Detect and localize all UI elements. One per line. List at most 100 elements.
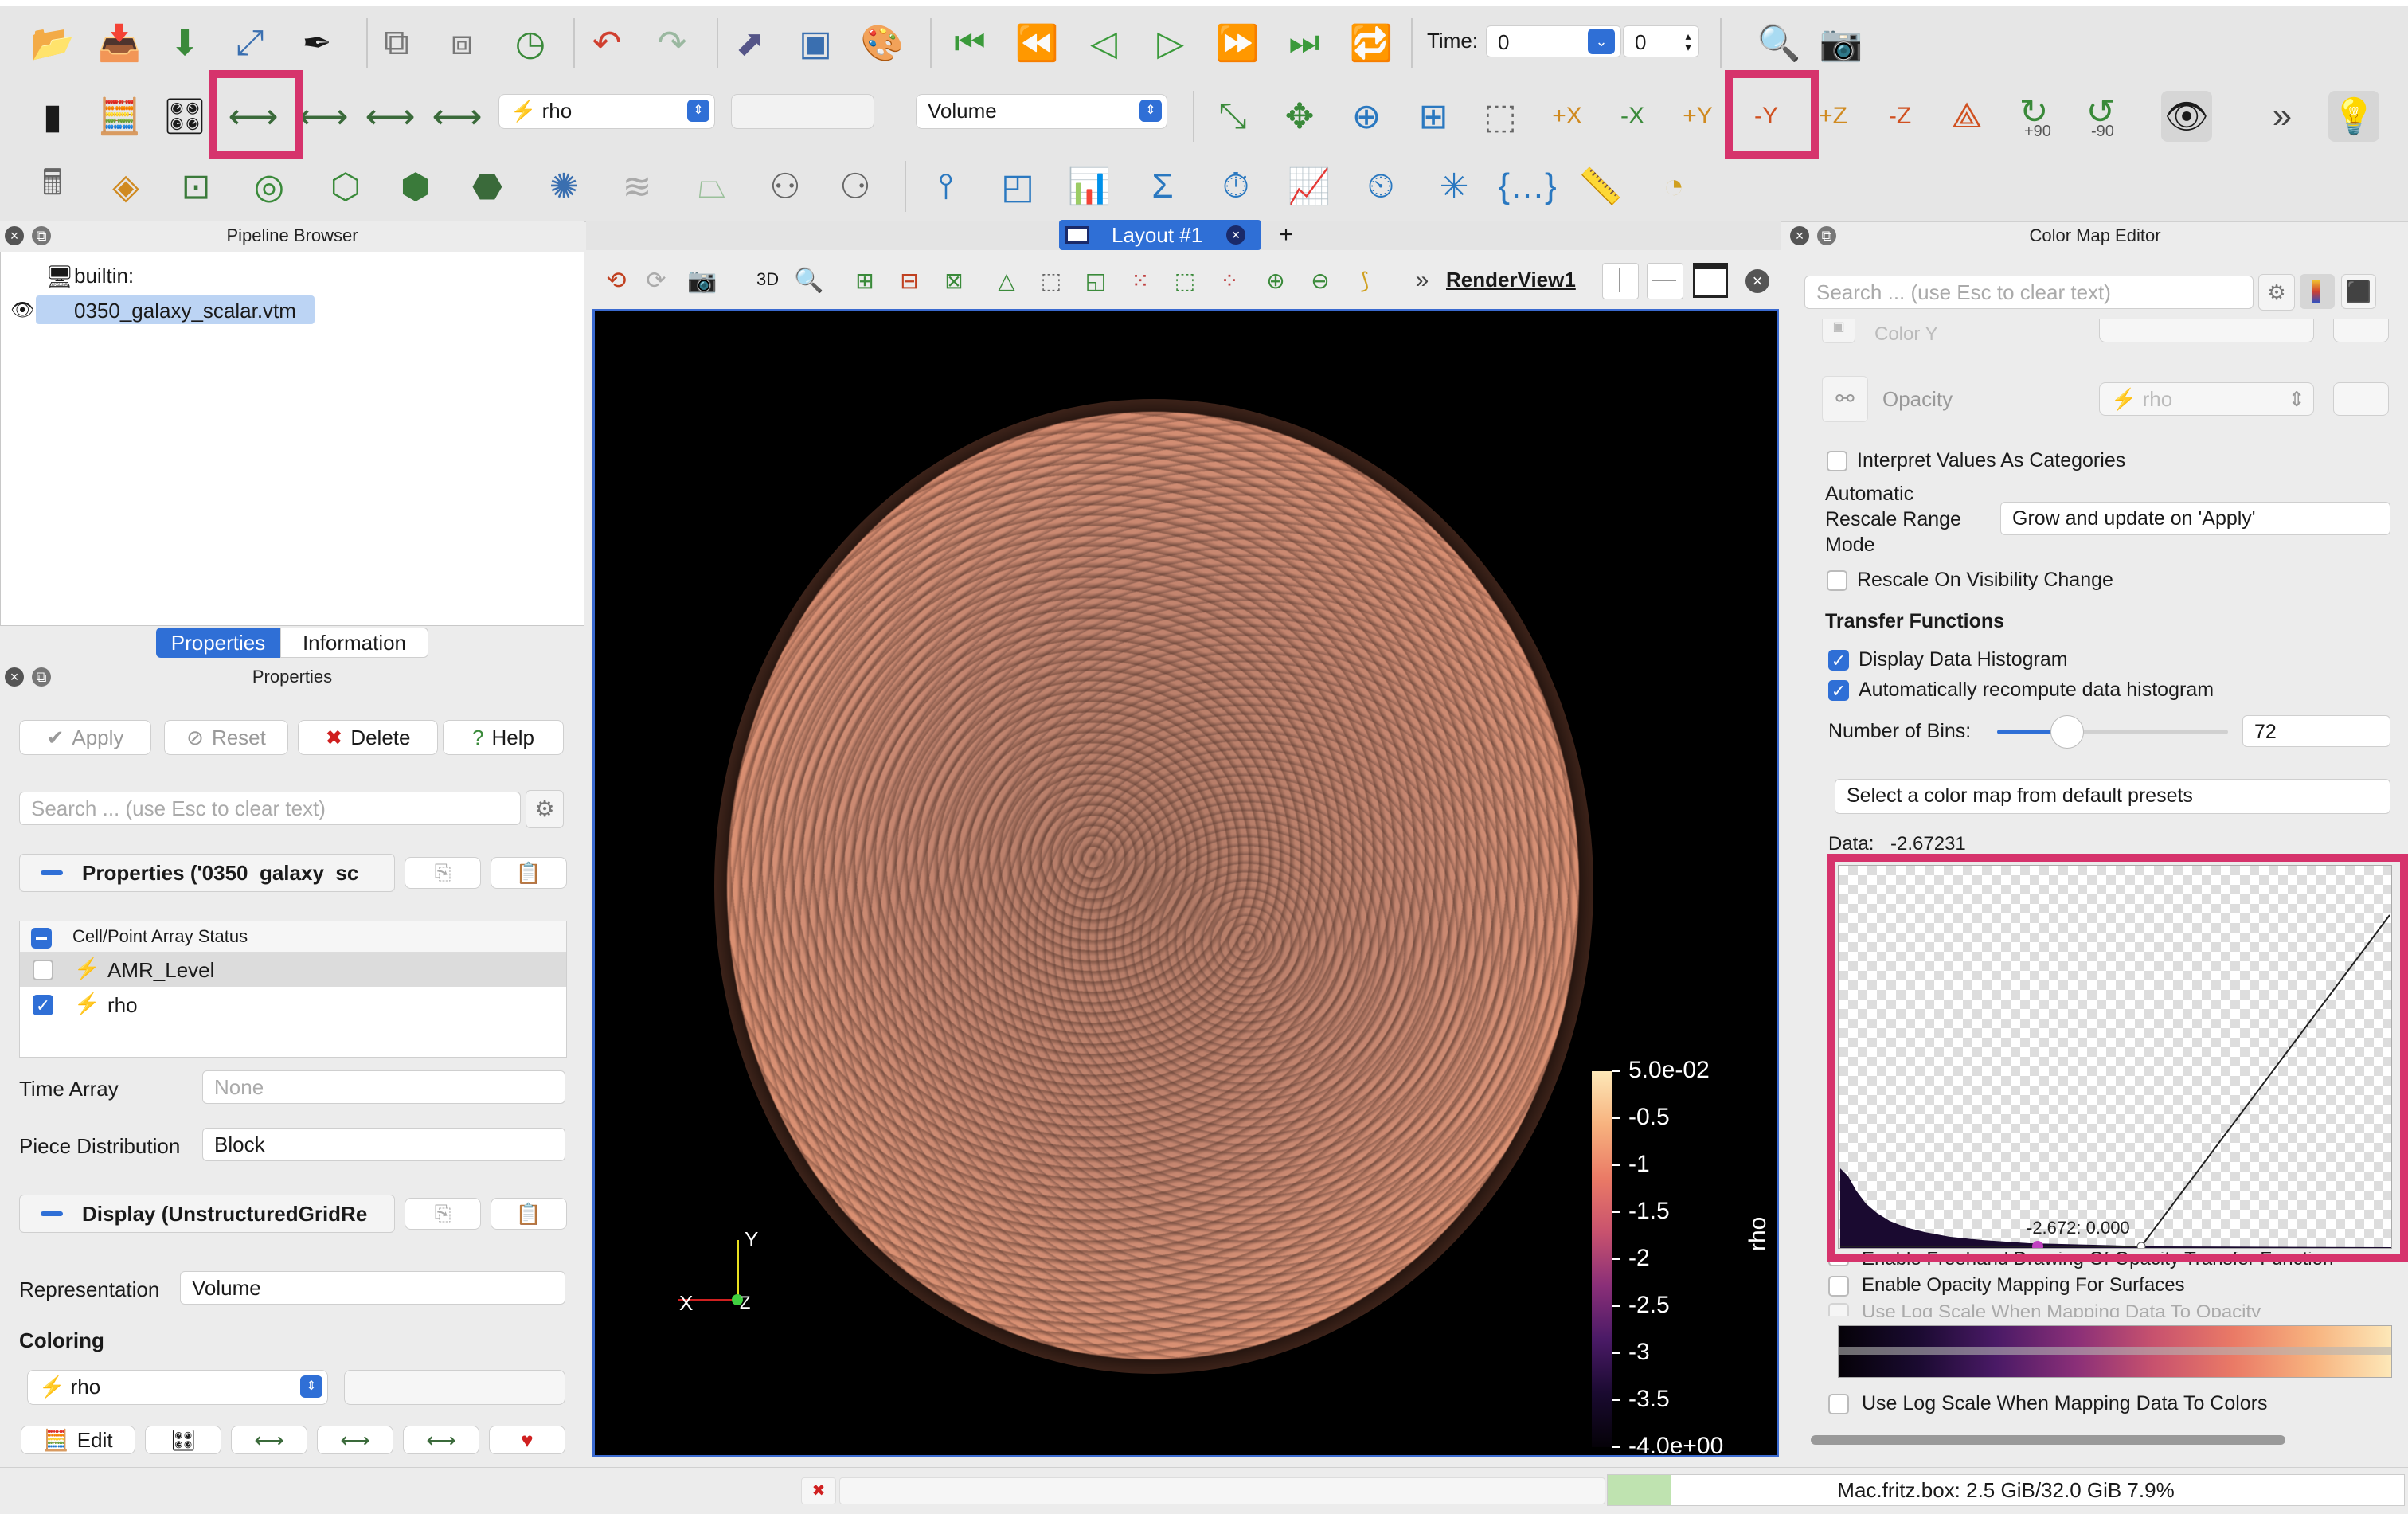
reverse-play-icon[interactable]: ◁	[1078, 18, 1129, 68]
favorites-button[interactable]: ♥	[489, 1426, 565, 1454]
temporal-statistics-icon[interactable]: ⏱	[1210, 161, 1261, 212]
edit-color-map-button[interactable]: 🧮 Edit	[21, 1426, 135, 1454]
warp-icon[interactable]: ≋	[612, 161, 663, 212]
interpret-categories-checkbox[interactable]	[1827, 451, 1847, 471]
toggle-color-legend-icon[interactable]: ▮	[27, 91, 78, 142]
add-layout-button[interactable]: +	[1266, 221, 1306, 250]
interactive-select-icon[interactable]: ◱	[1070, 255, 1121, 306]
open-folder-icon[interactable]: 📂	[27, 18, 78, 68]
reset-button[interactable]: ⊘ Reset	[164, 720, 288, 755]
download-icon[interactable]: ⬇	[159, 18, 210, 68]
isometric-view-icon[interactable]: ⟁	[1941, 91, 1992, 142]
help-button[interactable]: ? Help	[443, 720, 564, 755]
representation-select[interactable]: Volume ⇕	[916, 94, 1167, 129]
bins-input[interactable]: 72	[2242, 715, 2390, 747]
extract-level-icon[interactable]: ⚇	[760, 161, 811, 212]
table-row[interactable]: ✓ ⚡ rho	[20, 988, 566, 1022]
plot-data-over-time-icon[interactable]: 📈	[1284, 161, 1335, 212]
piece-distribution-select[interactable]: Block	[202, 1128, 565, 1161]
view-plus-x-icon[interactable]: +X	[1542, 91, 1593, 142]
log-opacity-checkbox[interactable]	[1828, 1303, 1849, 1316]
log-colors-checkbox[interactable]	[1828, 1394, 1849, 1414]
gear-icon[interactable]: ⚙	[2258, 274, 2295, 311]
auto-rescale-select[interactable]: Grow and update on 'Apply'	[2000, 502, 2390, 535]
clear-selection-icon[interactable]: ⟆	[1339, 255, 1390, 306]
view-minus-x-icon[interactable]: -X	[1607, 91, 1658, 142]
plot-over-line-icon[interactable]: ⫯	[921, 161, 971, 212]
representation-select[interactable]: Volume	[180, 1271, 565, 1305]
temporal-interpolator-icon[interactable]: ⏲	[1355, 161, 1406, 212]
rescale-visible-range-icon[interactable]: ⟷	[432, 91, 483, 142]
section-properties-header[interactable]: Properties ('0350_galaxy_sc	[19, 854, 395, 892]
maximize-view-button[interactable]	[1693, 263, 1728, 298]
view-plus-y-icon[interactable]: +Y	[1672, 91, 1723, 142]
interaction-mode-icon[interactable]: 👁	[2161, 91, 2212, 142]
rescale-custom-range-icon[interactable]: ⟷	[298, 91, 349, 142]
edit-color-map-icon[interactable]: 🧮	[94, 91, 145, 142]
add-query-icon[interactable]: 📷	[1816, 18, 1867, 68]
more-toolbar-icon[interactable]: »	[2257, 91, 2308, 142]
undo-icon[interactable]: ↶	[581, 18, 632, 68]
tab-properties[interactable]: Properties	[156, 628, 280, 658]
undo-camera-icon[interactable]: ⟳	[631, 255, 682, 306]
group-datasets-icon[interactable]: ⏢	[686, 161, 737, 212]
apply-button[interactable]: ✔ Apply	[19, 720, 151, 755]
protractor-icon[interactable]: ◔	[1648, 161, 1699, 212]
select-points-through-icon[interactable]: ⬚	[1026, 255, 1077, 306]
color-legend-toggle-icon[interactable]	[2300, 274, 2335, 309]
copy-properties-button[interactable]: ⎘	[405, 857, 481, 889]
reset-range-custom-icon[interactable]: 🎛	[159, 91, 210, 142]
select-cells-through-icon[interactable]: ⊠	[928, 255, 979, 306]
histogram-icon[interactable]: 📊	[1064, 161, 1115, 212]
paste-properties-button[interactable]: 📋	[491, 857, 567, 889]
grow-selection-icon[interactable]: ⊕	[1250, 255, 1301, 306]
delete-button[interactable]: ✖ Delete	[298, 720, 438, 755]
ruler-icon[interactable]: 📏	[1575, 161, 1626, 212]
probe-icon[interactable]: ⚆	[830, 161, 881, 212]
select-polygon-icon[interactable]: △	[981, 255, 1032, 306]
reset-camera-icon[interactable]: ⤡	[1207, 91, 1258, 142]
opacity-extra[interactable]	[2333, 382, 2389, 416]
coloring-select[interactable]: ⚡ rho ⇕	[27, 1370, 328, 1405]
rescale-temporal-range-icon[interactable]: ⟷	[365, 91, 416, 142]
properties-search-input[interactable]: Search ... (use Esc to clear text)	[19, 792, 521, 825]
color-y-extra[interactable]	[2333, 319, 2389, 342]
coloring-component-select[interactable]	[344, 1370, 565, 1405]
presets-button[interactable]: Select a color map from default presets	[1835, 779, 2390, 814]
copy-display-button[interactable]: ⎘	[405, 1198, 481, 1230]
stream-tracer-icon[interactable]: ✺	[538, 161, 589, 212]
paste-display-button[interactable]: 📋	[491, 1198, 567, 1230]
python-script-icon[interactable]: {…}	[1498, 161, 1556, 212]
render-view-canvas[interactable]: 5.0e-02 -0.5 -1 -1.5 -2 -2.5 -3 -3.5 -4.0e+00 rh…	[592, 309, 1779, 1457]
zoom-box-icon[interactable]: ⊞	[1408, 91, 1459, 142]
capture-screenshot-icon[interactable]: 📷	[677, 255, 728, 306]
color-y-select[interactable]	[2099, 319, 2314, 342]
next-frame-icon[interactable]: ⏩	[1212, 18, 1263, 68]
find-data-icon[interactable]: 🔍	[1753, 18, 1804, 68]
select-cells-on-icon[interactable]: ⊞	[839, 255, 890, 306]
hover-cells-icon[interactable]: ⁘	[1204, 255, 1255, 306]
rho-checkbox[interactable]: ✓	[33, 995, 53, 1015]
array-select[interactable]: ⚡ rho ⇕	[498, 94, 715, 129]
color-transfer-function-editor[interactable]	[1838, 1325, 2392, 1378]
split-horizontal-button[interactable]	[1602, 263, 1639, 299]
clip-icon[interactable]: ⊡	[170, 161, 221, 212]
ice-icon[interactable]: ✳	[1429, 161, 1480, 212]
close-view-icon[interactable]: ×	[1745, 269, 1769, 293]
table-row[interactable]: ⚡ AMR_Level	[20, 953, 566, 987]
select-blocks-icon[interactable]: ⁙	[1115, 255, 1166, 306]
rescale-visibility-checkbox[interactable]	[1827, 570, 1847, 591]
palette-icon[interactable]: 🎨	[857, 18, 908, 68]
camera-link-icon[interactable]: ⬈	[725, 18, 776, 68]
close-tab-icon[interactable]: ×	[1226, 225, 1245, 245]
save-state-icon[interactable]: ▣	[790, 18, 841, 68]
rescale-custom-button[interactable]: ⟷	[317, 1426, 393, 1454]
pipeline-item-file[interactable]: 0350_galaxy_scalar.vtm	[36, 295, 315, 324]
select-all-toggle[interactable]	[31, 928, 52, 949]
glyph-icon[interactable]: ⬣	[462, 161, 513, 212]
select-points-on-icon[interactable]: ⊟	[884, 255, 935, 306]
contour-icon[interactable]: ◈	[100, 161, 151, 212]
cme-search-input[interactable]: Search ... (use Esc to clear text)	[1804, 276, 2254, 309]
slice-icon[interactable]: ◎	[244, 161, 295, 212]
zoom-closest-icon[interactable]: ⊕	[1341, 91, 1392, 142]
